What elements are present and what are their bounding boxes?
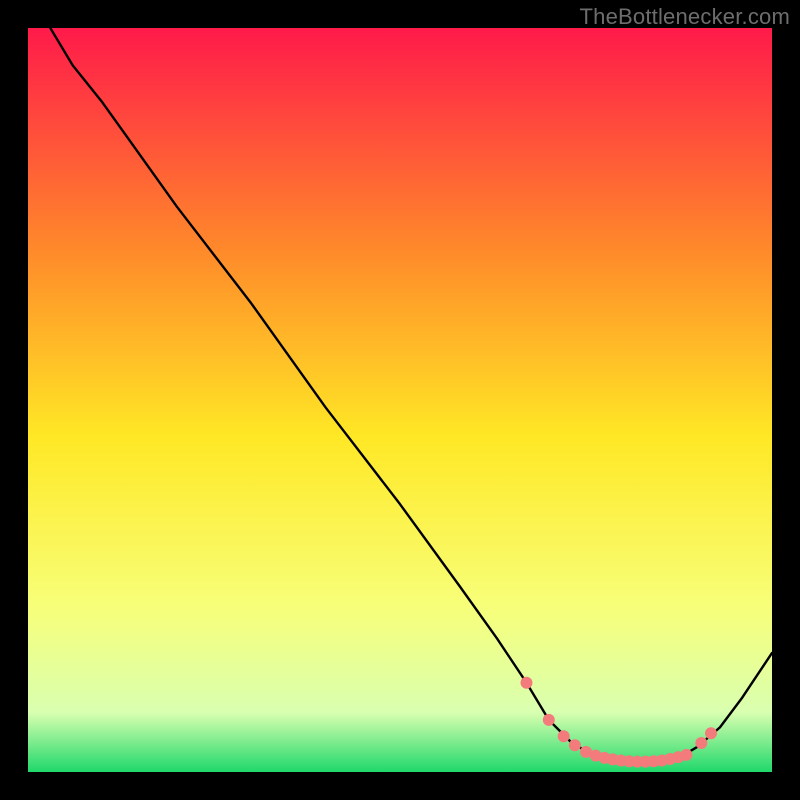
curve-marker [680,749,692,761]
curve-marker [558,730,570,742]
bottleneck-chart [28,28,772,772]
curve-marker [543,714,555,726]
curve-marker [520,677,532,689]
chart-frame [28,28,772,772]
curve-marker [705,727,717,739]
watermark-text: TheBottlenecker.com [580,4,790,30]
gradient-background [28,28,772,772]
curve-marker [569,739,581,751]
curve-marker [695,737,707,749]
